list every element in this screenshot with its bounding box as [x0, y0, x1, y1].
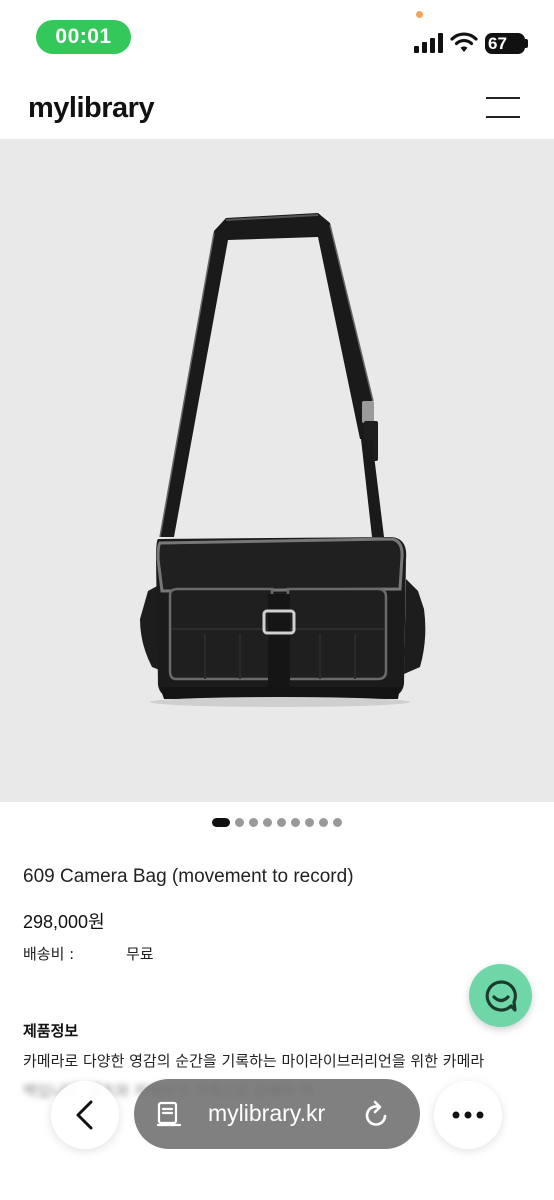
- carousel-dot-active[interactable]: [212, 817, 230, 827]
- shipping-fee-value: 무료: [126, 945, 154, 963]
- shipping-fee-label: 배송비 :: [23, 945, 75, 963]
- status-bar: 00:01 67: [0, 0, 554, 76]
- carousel-dot[interactable]: [291, 817, 300, 827]
- battery-indicator: 67: [485, 33, 525, 54]
- carousel-dot[interactable]: [305, 817, 314, 827]
- chat-button[interactable]: [469, 964, 532, 1027]
- reload-icon[interactable]: [363, 1099, 391, 1129]
- wifi-icon: [450, 32, 478, 52]
- reader-tabs-icon[interactable]: [156, 1101, 182, 1127]
- product-image[interactable]: [0, 139, 554, 802]
- carousel-dot[interactable]: [277, 817, 286, 827]
- chat-smile-icon: [485, 979, 517, 1012]
- carousel-dot[interactable]: [249, 817, 258, 827]
- carousel-dot[interactable]: [319, 817, 328, 827]
- browser-more-button[interactable]: [434, 1081, 502, 1149]
- status-time[interactable]: 00:01: [36, 20, 131, 54]
- browser-back-button[interactable]: [51, 1081, 119, 1149]
- hamburger-menu-icon[interactable]: [486, 97, 520, 119]
- site-logo[interactable]: mylibrary: [28, 92, 155, 125]
- camera-bag-photo: [140, 213, 426, 707]
- browser-url-bar[interactable]: mylibrary.kr: [134, 1079, 420, 1149]
- product-title: 609 Camera Bag (movement to record): [23, 866, 354, 887]
- cellular-signal-icon: [414, 33, 443, 53]
- carousel-dot[interactable]: [333, 817, 342, 827]
- product-description-line: 카메라로 다양한 영감의 순간을 기록하는 마이라이브러리언을 위한 카메라: [23, 1052, 485, 1070]
- carousel-indicator: [0, 816, 554, 828]
- chevron-left-icon: [76, 1100, 93, 1130]
- browser-url-text[interactable]: mylibrary.kr: [208, 1100, 325, 1127]
- product-price: 298,000원: [23, 912, 105, 932]
- battery-cap: [524, 39, 528, 48]
- mic-indicator-dot: [416, 11, 423, 18]
- product-info-heading: 제품정보: [23, 1022, 79, 1040]
- more-dots-icon: [452, 1111, 484, 1119]
- site-header: mylibrary: [0, 76, 554, 139]
- carousel-dot[interactable]: [263, 817, 272, 827]
- carousel-dot[interactable]: [235, 817, 244, 827]
